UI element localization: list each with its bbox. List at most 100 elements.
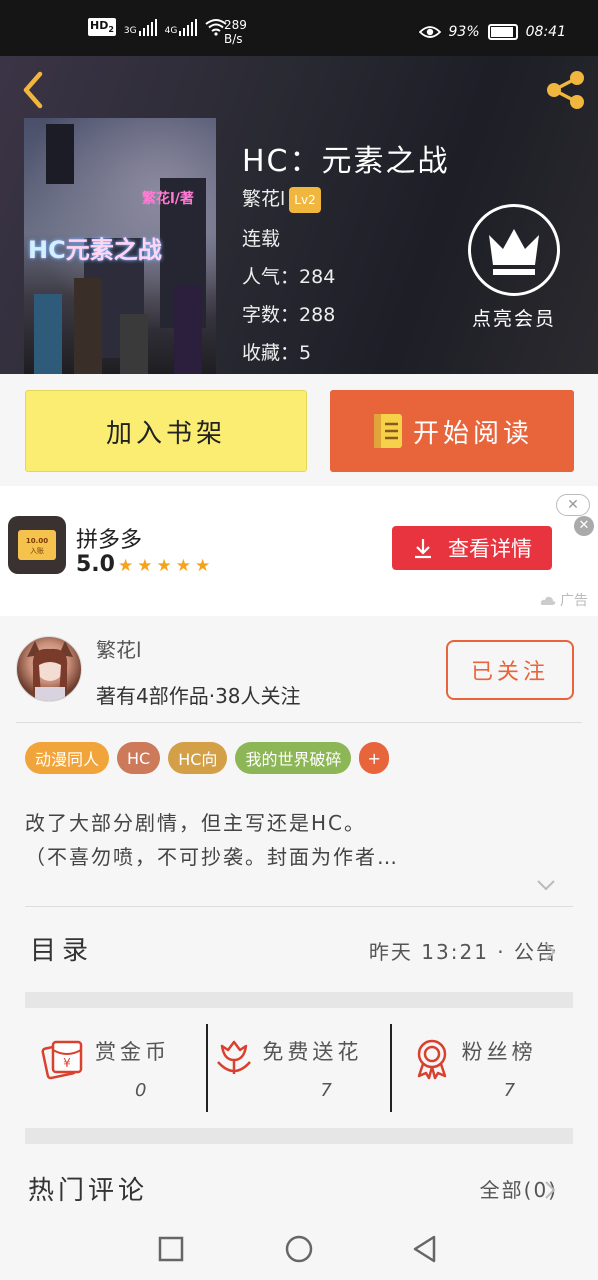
ad-rating-score: 5.0 [76,552,115,577]
chevron-down-icon[interactable] [536,878,556,892]
tag-label: HC [127,748,151,768]
star-rating-icon: ★★★★★ [118,556,215,576]
book-description[interactable]: 改了大部分剧情，但主写还是HC。 （不喜勿喷，不可抄袭。封面为作者… [25,806,565,874]
speed-unit: B/s [224,32,243,46]
fan-ranking-count: 7 [503,1080,516,1101]
speed-value: 289 [224,18,247,32]
chevron-right-icon[interactable] [544,942,556,962]
cover-title-b: 元素之战 [65,236,162,264]
ad-close-icon[interactable]: ✕ [574,516,594,536]
word-count-value: 288 [299,304,336,326]
ad-icon-text-bottom: 入账 [30,547,44,555]
section-separator [25,992,573,1008]
author-avatar[interactable] [16,636,82,702]
system-nav-bar [0,1216,598,1280]
download-icon [415,539,431,559]
action-buttons: 加入书架 开始阅读 [0,374,598,486]
serial-status: 连载 [242,228,281,250]
signal-4g-icon: 4G [165,18,198,36]
add-tag-button[interactable]: + [359,742,389,774]
ad-tag-text: 广告 [560,593,588,609]
book-author[interactable]: 繁花l [242,188,285,210]
fan-ranking-label: 粉丝榜 [461,1040,537,1064]
hd-label: HD [90,19,109,33]
clock: 08:41 [525,24,566,40]
cover-figure [174,286,202,374]
level-badge: Lv2 [289,186,321,213]
tag-label: HC向 [178,750,218,769]
author-line: 繁花l Lv2 [242,184,321,213]
hot-comments-title: 热门评论 [28,1176,149,1206]
status-right: 93% 08:41 [418,24,566,40]
network-speed: 289 B/s [224,18,247,46]
cover-author-text: 繁花l/著 [142,191,194,207]
popularity-value: 284 [299,266,336,288]
popularity-label: 人气： [242,266,300,288]
cover-figure [74,278,102,374]
book-icon [373,414,402,448]
chevron-right-icon[interactable] [544,1180,556,1200]
cover-figure [34,294,62,374]
cover-figure [120,314,148,374]
recent-apps-icon[interactable] [156,1234,186,1264]
ad-cta-label: 查看详情 [448,537,532,561]
send-flower-button[interactable]: 免费送花 7 [206,1024,389,1112]
author-name[interactable]: 繁花l [96,634,142,663]
status-left: HD2 3G 4G [88,18,227,36]
follow-button[interactable]: 已关注 [446,640,574,700]
start-reading-button[interactable]: 开始阅读 [330,390,574,472]
add-to-shelf-button[interactable]: 加入书架 [25,390,307,472]
tag-chip[interactable]: HC [117,742,161,774]
flower-count: 7 [320,1080,332,1101]
ad-app-icon[interactable]: 10.00 入账 [8,516,66,574]
back-nav-icon[interactable] [410,1234,440,1264]
follow-label: 已关注 [470,660,549,685]
book-details: 繁花l 著有4部作品·38人关注 已关注 动漫同人 HC HC向 我的世界破碎 … [0,616,598,1216]
tag-chip[interactable]: 动漫同人 [25,742,110,774]
ad-icon-note: 10.00 入账 [18,530,56,560]
favorites-label: 收藏： [242,342,300,364]
svg-text:¥: ¥ [63,1056,71,1070]
hd-sub: 2 [108,25,114,35]
divider [25,906,573,907]
share-icon[interactable] [544,68,588,112]
support-row: ¥ 赏金币 0 免费送花 7 粉丝榜 7 [25,1024,573,1112]
back-arrow-icon[interactable] [18,70,48,110]
ad-view-details-button[interactable]: 查看详情 [392,526,552,570]
toc-title[interactable]: 目录 [30,930,94,967]
fan-ranking-button[interactable]: 粉丝榜 7 [389,1024,573,1112]
flower-icon [217,1040,252,1074]
eye-icon [418,26,441,38]
favorites-line: 收藏：5 [242,338,311,365]
red-envelope-icon: ¥ [41,1040,83,1080]
ad-banner[interactable]: 10.00 入账 拼多多 5.0 ★★★★★ 查看详情 ✕ ✕ 广告 [0,486,598,616]
word-count-label: 字数： [242,304,300,326]
ad-close-pill[interactable]: ✕ [556,494,590,516]
vip-label: 点亮会员 [471,308,556,330]
book-cover[interactable]: 繁花l/著 HC元素之战 [24,118,216,374]
status-bar: HD2 3G 4G 289 B/s 93% 08:41 [0,0,598,56]
cloud-icon [540,596,555,605]
battery-percent: 93% [448,24,480,40]
battery-icon [487,24,518,40]
ad-icon-text-top: 10.00 [25,537,49,545]
reward-coins-button[interactable]: ¥ 赏金币 0 [25,1024,206,1112]
signal-3g-icon: 3G [124,18,157,36]
ad-app-name: 拼多多 [76,528,143,553]
vip-button[interactable]: 点亮会员 [464,204,564,331]
home-icon[interactable] [284,1234,314,1264]
crown-icon [468,204,560,296]
tag-list: 动漫同人 HC HC向 我的世界破碎 + [25,742,389,774]
section-separator [25,1128,573,1144]
medal-icon [417,1039,446,1080]
send-flower-label: 免费送花 [262,1040,363,1064]
add-to-shelf-label: 加入书架 [105,418,226,449]
cover-figure [46,124,74,184]
tag-chip[interactable]: HC向 [168,742,228,774]
popularity-line: 人气：284 [242,262,335,289]
tag-label: 我的世界破碎 [245,750,342,769]
toc-latest-update[interactable]: 昨天 13:21 · 公告 [369,936,558,965]
cover-title-a: HC [28,236,66,264]
battery-fill [490,27,513,37]
tag-chip[interactable]: 我的世界破碎 [235,742,352,774]
